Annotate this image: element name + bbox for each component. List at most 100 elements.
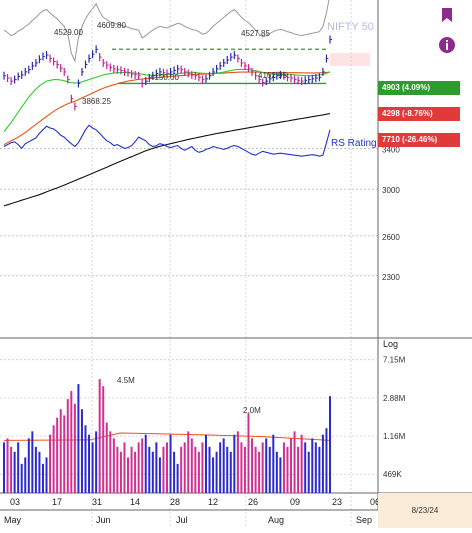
volume-bar xyxy=(116,446,119,493)
x-tick-label: 17 xyxy=(52,497,62,507)
x-tick-label: 14 xyxy=(130,497,140,507)
volume-bar xyxy=(13,451,16,493)
legend-ma-short: 4903 (4.09%) xyxy=(378,81,460,95)
volume-bar xyxy=(325,428,328,493)
volume-bar xyxy=(66,399,69,493)
price-chart-svg: 34003000260023004529.004609.804527.85415… xyxy=(0,0,472,528)
x-tick-label: 09 xyxy=(290,497,300,507)
volume-bar xyxy=(275,451,278,493)
x-tick-label: 28 xyxy=(170,497,180,507)
x-month-label: May xyxy=(4,515,22,525)
volume-bar xyxy=(261,442,264,493)
volume-bar xyxy=(137,442,140,493)
volume-bar xyxy=(38,451,41,493)
volume-bar xyxy=(109,431,112,493)
volume-bar xyxy=(84,425,87,493)
x-tick-label: 23 xyxy=(332,497,342,507)
volume-bar xyxy=(105,422,108,493)
volume-bar xyxy=(45,457,48,493)
price-label: 4609.80 xyxy=(97,21,126,30)
y-tick-label: 2600 xyxy=(382,233,400,242)
volume-bar xyxy=(176,463,179,493)
volume-bar xyxy=(17,442,20,493)
volume-bar xyxy=(290,438,293,493)
volume-bar xyxy=(311,438,314,493)
volume-bar xyxy=(169,434,172,493)
volume-bar xyxy=(258,451,261,493)
volume-bar xyxy=(56,417,59,493)
volume-bar xyxy=(52,425,55,493)
volume-bar xyxy=(141,438,144,493)
price-label: 3868.25 xyxy=(82,97,111,106)
volume-bar xyxy=(222,438,225,493)
volume-bar xyxy=(226,446,229,493)
volume-bar xyxy=(201,442,204,493)
volume-bar xyxy=(197,451,200,493)
volume-bar xyxy=(173,451,176,493)
date-label: 8/23/24 xyxy=(378,493,472,528)
info-icon[interactable] xyxy=(438,36,456,54)
volume-bar xyxy=(80,409,83,493)
volume-bar xyxy=(88,434,91,493)
volume-bar xyxy=(91,442,94,493)
chart-area: 3400 3000 2600 2300 4529.00 4609.80 4527.85 415… xyxy=(0,0,472,528)
volume-bar xyxy=(272,434,275,493)
volume-bar xyxy=(31,431,34,493)
volume-bar xyxy=(204,434,207,493)
volume-bar xyxy=(240,442,243,493)
volume-bar xyxy=(183,442,186,493)
volume-bar xyxy=(112,438,115,493)
volume-bar xyxy=(279,457,282,493)
volume-bar xyxy=(208,446,211,493)
y-tick-label: 3000 xyxy=(382,186,400,195)
volume-bar xyxy=(119,451,122,493)
price-label: 4529.00 xyxy=(54,28,83,37)
volume-tick-label: 2.88M xyxy=(383,394,406,403)
volume-bar xyxy=(247,413,250,493)
volume-bar xyxy=(166,442,168,493)
volume-bar xyxy=(10,446,13,493)
volume-bar xyxy=(6,438,9,493)
volume-bar xyxy=(134,451,137,493)
volume-bar xyxy=(148,446,151,493)
volume-bar xyxy=(155,442,158,493)
volume-bar xyxy=(34,446,37,493)
volume-bar xyxy=(286,446,289,493)
x-tick-label: 12 xyxy=(208,497,218,507)
volume-bar xyxy=(73,403,76,493)
rs-line xyxy=(3,124,331,157)
x-month-label: Jun xyxy=(96,515,111,525)
volume-bar xyxy=(321,434,324,493)
highlight-band xyxy=(330,53,370,66)
x-tick-label: 26 xyxy=(248,497,258,507)
volume-bar xyxy=(144,434,147,493)
volume-bar xyxy=(95,431,98,493)
volume-bar xyxy=(20,463,23,493)
volume-bar xyxy=(151,451,154,493)
volume-bar xyxy=(229,451,232,493)
volume-bar xyxy=(251,438,254,493)
volume-bar xyxy=(307,451,310,493)
volume-annotation: 2.0M xyxy=(243,406,261,415)
volume-bar xyxy=(236,431,239,493)
upper-envelope-line xyxy=(3,0,330,63)
volume-bar xyxy=(282,442,285,493)
volume-bar xyxy=(212,457,215,493)
price-label: 4162.95 xyxy=(258,71,287,80)
volume-bar xyxy=(268,446,271,493)
bookmark-icon[interactable] xyxy=(438,6,456,24)
volume-bar xyxy=(127,457,130,493)
x-tick-label: 31 xyxy=(92,497,102,507)
volume-bar xyxy=(130,446,133,493)
volume-annotation: 4.5M xyxy=(117,376,135,385)
volume-bar xyxy=(59,409,62,493)
y-tick-label: 2300 xyxy=(382,273,400,282)
volume-bar xyxy=(41,463,44,493)
volume-bar xyxy=(297,446,300,493)
volume-bar xyxy=(265,438,268,493)
volume-bar xyxy=(180,446,183,493)
volume-bar xyxy=(102,386,105,493)
volume-bar xyxy=(304,442,307,493)
volume-tick-label: 469K xyxy=(383,470,402,479)
volume-bar xyxy=(123,442,126,493)
